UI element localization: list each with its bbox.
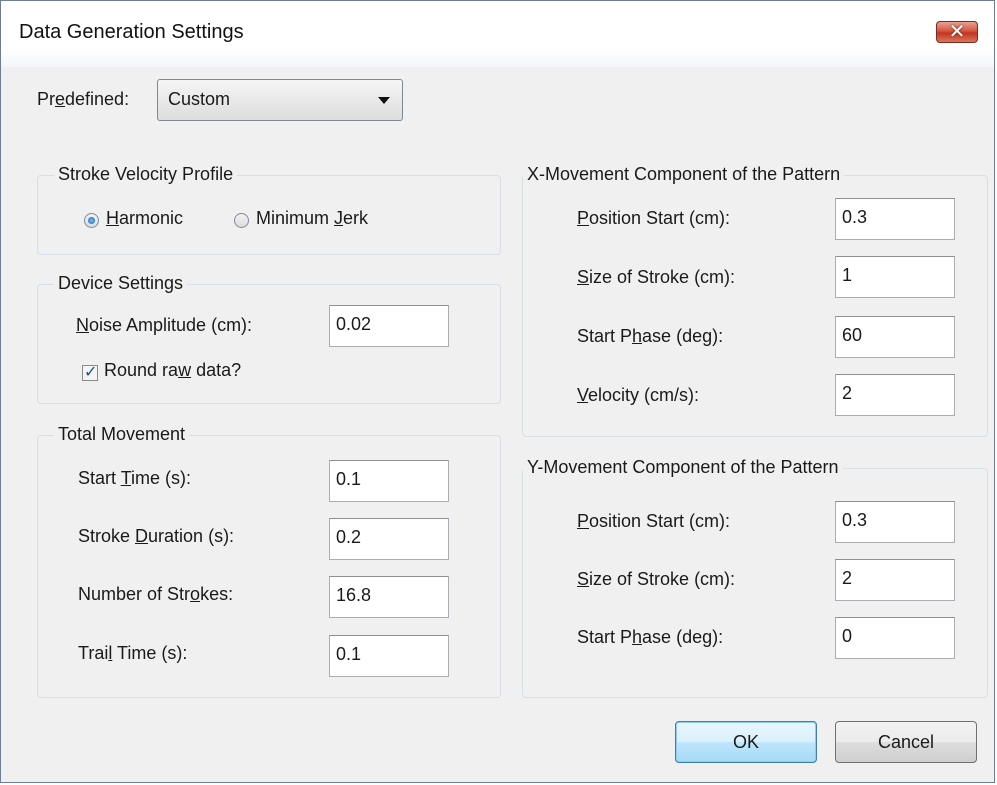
start-time-input[interactable]: 0.1 (329, 460, 449, 502)
round-raw-data-label[interactable]: Round raw data? (104, 360, 241, 381)
dialog-window: Data Generation Settings ✕ Predefined: C… (0, 0, 995, 783)
y-position-start-label: Position Start (cm): (577, 511, 731, 531)
y-movement-title: Y-Movement Component of the Pattern (523, 457, 843, 478)
y-movement-group: Y-Movement Component of the Pattern Posi… (522, 457, 988, 698)
title-bar[interactable]: Data Generation Settings ✕ (1, 1, 994, 67)
harmonic-radio[interactable] (84, 213, 99, 228)
close-button[interactable]: ✕ (936, 21, 978, 43)
noise-amplitude-input[interactable]: 0.02 (329, 305, 449, 347)
minimum-jerk-radio[interactable] (234, 213, 249, 228)
trail-time-label: Trail Time (s): (78, 643, 188, 663)
total-movement-group: Total Movement Start Time (s): 0.1 Strok… (37, 424, 501, 698)
x-movement-group: X-Movement Component of the Pattern Posi… (522, 164, 988, 437)
device-settings-title: Device Settings (54, 273, 188, 294)
x-position-start-input[interactable]: 0.3 (835, 198, 955, 240)
x-size-of-stroke-label: Size of Stroke (cm): (577, 267, 736, 287)
y-position-start-input[interactable]: 0.3 (835, 501, 955, 543)
number-of-strokes-label: Number of Strokes: (78, 584, 234, 604)
predefined-dropdown[interactable]: Custom (157, 79, 403, 121)
minimum-jerk-label[interactable]: Minimum Jerk (256, 208, 368, 229)
start-time-label: Start Time (s): (78, 468, 192, 488)
y-size-of-stroke-label: Size of Stroke (cm): (577, 569, 736, 589)
predefined-label: Predefined: (37, 89, 130, 109)
y-start-phase-label: Start Phase (deg): (577, 627, 724, 647)
cancel-button[interactable]: Cancel (835, 721, 977, 763)
radio-selected-dot (88, 217, 95, 224)
device-settings-group: Device Settings Noise Amplitude (cm): 0.… (37, 273, 501, 404)
round-raw-data-checkbox[interactable]: ✓ (82, 364, 98, 381)
predefined-selected-value: Custom (168, 89, 231, 109)
stroke-velocity-title: Stroke Velocity Profile (54, 164, 238, 185)
y-size-of-stroke-input[interactable]: 2 (835, 559, 955, 601)
x-velocity-input[interactable]: 2 (835, 374, 955, 416)
noise-amplitude-label: Noise Amplitude (cm): (76, 315, 253, 335)
chevron-down-icon (378, 97, 390, 104)
ok-button[interactable]: OK (675, 721, 817, 763)
stroke-duration-label: Stroke Duration (s): (78, 526, 235, 546)
x-position-start-label: Position Start (cm): (577, 208, 731, 228)
harmonic-label[interactable]: Harmonic (106, 208, 183, 229)
dialog-client-area: Predefined: Custom Stroke Velocity Profi… (9, 67, 988, 774)
checkmark-icon: ✓ (84, 364, 98, 381)
stroke-velocity-group: Stroke Velocity Profile Harmonic Minimum… (37, 164, 501, 255)
x-size-of-stroke-input[interactable]: 1 (835, 256, 955, 298)
stroke-duration-input[interactable]: 0.2 (329, 518, 449, 560)
window-title: Data Generation Settings (19, 21, 244, 43)
close-icon: ✕ (948, 21, 966, 43)
x-start-phase-label: Start Phase (deg): (577, 326, 724, 346)
number-of-strokes-input[interactable]: 16.8 (329, 576, 449, 618)
x-movement-title: X-Movement Component of the Pattern (523, 164, 845, 185)
total-movement-title: Total Movement (54, 424, 190, 445)
x-velocity-label: Velocity (cm/s): (577, 385, 700, 405)
y-start-phase-input[interactable]: 0 (835, 617, 955, 659)
x-start-phase-input[interactable]: 60 (835, 316, 955, 358)
trail-time-input[interactable]: 0.1 (329, 635, 449, 677)
